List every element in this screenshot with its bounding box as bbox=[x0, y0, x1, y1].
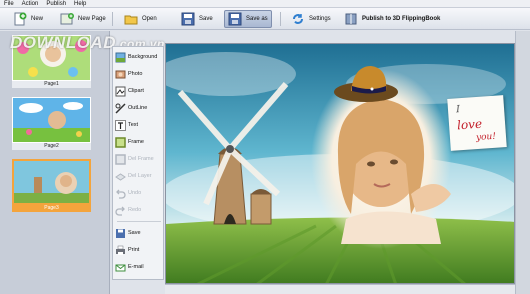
new-label: New bbox=[31, 16, 44, 22]
redo-tool[interactable]: Redo bbox=[115, 202, 163, 218]
del-frame-label: Del Frame bbox=[128, 156, 154, 162]
publish-label: Publish to 3D FlippingBook bbox=[362, 16, 441, 22]
settings-refresh-icon bbox=[293, 14, 303, 24]
page-thumbnails-panel: Page1 Page2 Page3 bbox=[0, 31, 110, 294]
folder-open-icon bbox=[124, 15, 138, 25]
delete-frame-icon bbox=[115, 153, 126, 165]
canvas-artwork bbox=[166, 44, 514, 283]
outline-label: OutLine bbox=[128, 105, 148, 111]
save-as-label: Save as bbox=[246, 16, 268, 22]
text-icon bbox=[115, 119, 126, 131]
floppy-disk-icon bbox=[181, 12, 195, 26]
del-frame-tool[interactable]: Del Frame bbox=[115, 151, 163, 167]
photo-icon bbox=[115, 70, 126, 78]
note-line-3: you! bbox=[475, 131, 497, 144]
note-line-2: love bbox=[456, 116, 483, 133]
save-button[interactable]: Save bbox=[178, 10, 216, 28]
frame-icon bbox=[115, 136, 126, 148]
del-layer-label: Del Layer bbox=[128, 173, 152, 179]
outline-icon bbox=[115, 102, 126, 114]
new-document-icon bbox=[14, 12, 27, 26]
redo-label: Redo bbox=[128, 207, 142, 213]
background-tool[interactable]: Background bbox=[115, 49, 163, 65]
page-thumbnail-label: Page1 bbox=[12, 81, 91, 88]
horizontal-scrollbar[interactable] bbox=[165, 284, 515, 294]
undo-icon bbox=[116, 189, 126, 199]
page-thumbnail-2[interactable]: Page2 bbox=[12, 97, 91, 150]
redo-icon bbox=[115, 206, 125, 216]
new-button[interactable]: New bbox=[10, 10, 46, 28]
clipart-label: Clipart bbox=[128, 88, 144, 94]
save-tool[interactable]: Save bbox=[115, 225, 163, 241]
tool-separator bbox=[117, 221, 161, 222]
background-icon bbox=[115, 52, 126, 62]
settings-label: Settings bbox=[309, 16, 331, 22]
save-tool-label: Save bbox=[128, 230, 141, 236]
toolbar-separator bbox=[112, 12, 113, 26]
watermark-main: DOWNLOAD bbox=[10, 33, 116, 52]
page-thumbnail-image bbox=[12, 97, 91, 143]
menu-action[interactable]: Action bbox=[18, 0, 43, 8]
undo-tool[interactable]: Undo bbox=[115, 185, 163, 201]
page-thumbnail-image bbox=[12, 159, 91, 205]
delete-layer-icon bbox=[115, 172, 126, 181]
toolbar-separator bbox=[280, 12, 281, 26]
print-tool[interactable]: Print bbox=[115, 242, 163, 258]
page-thumbnail-label: Page2 bbox=[12, 143, 91, 150]
photo-label: Photo bbox=[128, 71, 143, 77]
flipbook-icon bbox=[345, 13, 357, 25]
toolbar: New New Page Open Save Save as Settings … bbox=[0, 8, 530, 30]
menu-publish[interactable]: Publish bbox=[42, 0, 70, 8]
undo-label: Undo bbox=[128, 190, 142, 196]
love-note-sticker[interactable]: I love you! bbox=[447, 95, 507, 151]
clipart-tool[interactable]: Clipart bbox=[115, 83, 163, 99]
new-page-button[interactable]: New Page bbox=[57, 10, 109, 28]
page-thumbnail-3[interactable]: Page3 bbox=[12, 159, 91, 212]
save-as-icon bbox=[228, 12, 242, 26]
vertical-scrollbar[interactable] bbox=[515, 31, 530, 294]
outline-tool[interactable]: OutLine bbox=[115, 100, 163, 116]
page-thumbnail-label: Page3 bbox=[12, 205, 91, 212]
del-layer-tool[interactable]: Del Layer bbox=[115, 168, 163, 184]
tool-panel: Background Photo Clipart OutLine Text Fr… bbox=[112, 46, 164, 280]
new-page-label: New Page bbox=[78, 16, 106, 22]
floppy-disk-icon bbox=[116, 228, 125, 238]
print-label: Print bbox=[128, 247, 140, 253]
new-page-icon bbox=[60, 13, 74, 25]
printer-icon bbox=[116, 245, 125, 255]
clipart-icon bbox=[115, 86, 126, 96]
text-label: Text bbox=[128, 122, 139, 128]
design-canvas[interactable]: I love you! bbox=[165, 43, 515, 284]
menu-bar: File Action Publish Help bbox=[0, 0, 530, 8]
settings-button[interactable]: Settings bbox=[288, 10, 334, 28]
save-label: Save bbox=[199, 16, 213, 22]
note-line-1: I bbox=[455, 104, 461, 116]
email-tool[interactable]: E-mail bbox=[115, 259, 163, 275]
publish-button[interactable]: Publish to 3D FlippingBook bbox=[341, 10, 443, 28]
open-label: Open bbox=[142, 16, 157, 22]
menu-file[interactable]: File bbox=[0, 0, 18, 8]
frame-label: Frame bbox=[128, 139, 144, 145]
email-label: E-mail bbox=[128, 264, 144, 270]
photo-tool[interactable]: Photo bbox=[115, 66, 163, 82]
frame-tool[interactable]: Frame bbox=[115, 134, 163, 150]
email-icon bbox=[115, 264, 126, 271]
open-button[interactable]: Open bbox=[121, 10, 160, 28]
background-label: Background bbox=[128, 54, 158, 60]
text-tool[interactable]: Text bbox=[115, 117, 163, 133]
save-as-button[interactable]: Save as bbox=[224, 10, 272, 28]
menu-help[interactable]: Help bbox=[70, 0, 90, 8]
